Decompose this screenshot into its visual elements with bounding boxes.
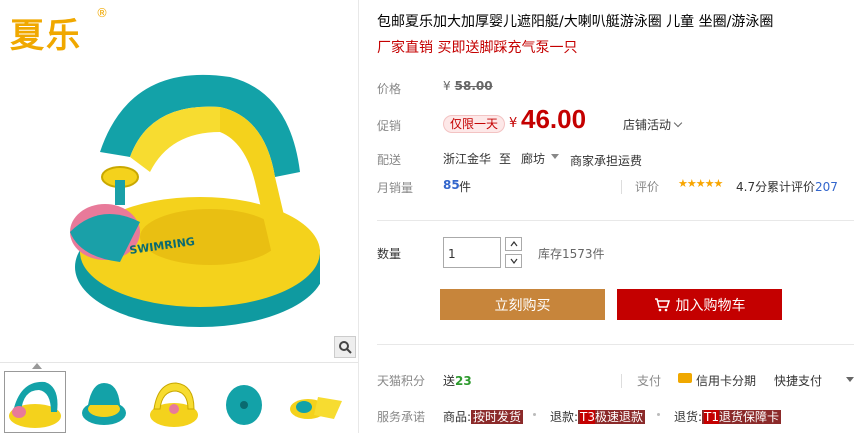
service-tag: 退货保障卡 bbox=[719, 410, 780, 424]
product-subtitle: 厂家直销 买即送脚踩充气泵一只 bbox=[377, 40, 578, 56]
add-to-cart-label: 加入购物车 bbox=[675, 297, 746, 314]
chevron-up-icon bbox=[510, 241, 517, 247]
thumbnail-1[interactable] bbox=[4, 371, 66, 433]
star-rating-icon: ★★★★★ bbox=[678, 177, 723, 190]
add-to-cart-button[interactable]: 加入购物车 bbox=[617, 289, 782, 320]
promo-badge: 仅限一天 bbox=[443, 115, 506, 133]
cart-icon bbox=[654, 297, 670, 311]
product-gallery: 夏乐 ® SWIMRING bbox=[0, 0, 358, 433]
service-prefix: 退款: bbox=[550, 410, 579, 424]
service-tag: 按时发货 bbox=[471, 410, 524, 424]
service-t-badge: T3 bbox=[580, 410, 596, 424]
quick-pay-option[interactable]: 快捷支付 bbox=[774, 372, 822, 389]
service-prefix: 商品: bbox=[443, 410, 472, 424]
points-prefix: 送 bbox=[443, 374, 456, 388]
sales-label: 月销量 bbox=[377, 181, 414, 195]
service-tag: 极速退款 bbox=[595, 410, 644, 424]
sales-unit: 件 bbox=[459, 180, 472, 194]
buy-now-button[interactable]: 立刻购买 bbox=[440, 289, 605, 320]
service-t-badge: T1 bbox=[704, 410, 720, 424]
price-label: 价格 bbox=[377, 82, 402, 96]
reviews-link[interactable]: 累计评价207 bbox=[767, 178, 838, 195]
active-thumb-arrow bbox=[32, 363, 42, 369]
thumbnail-5[interactable] bbox=[284, 371, 346, 433]
thumb-image bbox=[150, 382, 198, 427]
ship-from: 浙江金华 bbox=[443, 152, 492, 166]
promo-label: 促销 bbox=[377, 119, 402, 133]
points-value: 送23 bbox=[443, 372, 472, 389]
separator-dot bbox=[533, 413, 536, 416]
thumbnail-4[interactable] bbox=[214, 371, 276, 433]
stock-info: 库存1573件 bbox=[538, 247, 605, 261]
divider bbox=[377, 220, 854, 221]
services-label: 服务承诺 bbox=[377, 410, 426, 424]
thumbnail-3[interactable] bbox=[144, 371, 206, 433]
points-number: 23 bbox=[455, 374, 472, 388]
thumbnail-strip bbox=[0, 362, 358, 433]
quantity-decrease-button[interactable] bbox=[505, 254, 522, 268]
shipping-fee: 商家承担运费 bbox=[570, 154, 643, 168]
main-product-image[interactable]: 夏乐 ® SWIMRING bbox=[0, 0, 358, 360]
zoom-icon[interactable] bbox=[334, 336, 356, 358]
reviews-count: 207 bbox=[815, 180, 838, 194]
promo-price: 46.00 bbox=[521, 104, 587, 134]
divider bbox=[377, 344, 854, 345]
reviews-prefix: 累计评价 bbox=[767, 180, 816, 194]
quantity-increase-button[interactable] bbox=[505, 237, 522, 251]
points-label: 天猫积分 bbox=[377, 374, 426, 388]
service-item[interactable]: 退款: T3极速退款 bbox=[550, 408, 646, 425]
swim-ring-illustration: SWIMRING bbox=[70, 74, 320, 327]
ship-to-label: 至 bbox=[499, 152, 512, 166]
shipping-label: 配送 bbox=[377, 153, 402, 167]
caret-down-icon[interactable] bbox=[551, 154, 559, 159]
installment-option[interactable]: 信用卡分期 bbox=[696, 372, 756, 389]
product-info: 包邮夏乐加大加厚婴儿遮阳艇/大喇叭艇游泳圈 儿童 坐圈/游泳圈 厂家直销 买即送… bbox=[359, 0, 854, 433]
chevron-down-icon bbox=[673, 118, 683, 128]
shop-activity-label: 店铺活动 bbox=[623, 118, 672, 132]
thumb-image bbox=[290, 397, 342, 419]
service-item[interactable]: 商品: 按时发货 bbox=[443, 408, 524, 425]
thumbnail-2[interactable] bbox=[74, 371, 136, 433]
thumb-image bbox=[9, 381, 61, 428]
separator-dot bbox=[657, 413, 660, 416]
quantity-label: 数量 bbox=[377, 247, 402, 261]
currency-symbol: ¥ bbox=[443, 79, 451, 93]
service-item[interactable]: 退货: T1退货保障卡 bbox=[674, 408, 782, 425]
thumb-image bbox=[82, 383, 126, 425]
divider bbox=[621, 180, 622, 194]
chevron-down-icon bbox=[510, 258, 517, 264]
thumb-image bbox=[226, 385, 262, 425]
product-title: 包邮夏乐加大加厚婴儿遮阳艇/大喇叭艇游泳圈 儿童 坐圈/游泳圈 bbox=[377, 14, 774, 30]
caret-down-icon[interactable] bbox=[846, 377, 854, 382]
service-prefix: 退货: bbox=[674, 410, 703, 424]
registered-mark: ® bbox=[96, 6, 108, 20]
payment-label: 支付 bbox=[637, 374, 662, 388]
divider bbox=[621, 374, 622, 388]
original-price: ¥58.00 bbox=[443, 79, 493, 93]
credit-card-icon bbox=[678, 373, 692, 383]
quantity-input[interactable]: 1 bbox=[443, 237, 501, 268]
shop-activity-dropdown[interactable]: 店铺活动 bbox=[623, 116, 683, 133]
brand-logo: 夏乐 bbox=[10, 16, 82, 56]
original-price-value: 58.00 bbox=[454, 79, 493, 93]
ship-destination-select[interactable]: 廊坊 bbox=[521, 150, 545, 167]
rating-score: 4.7分 bbox=[736, 180, 768, 194]
sales-count: 85 bbox=[443, 178, 460, 192]
promo-currency: ¥ bbox=[509, 116, 518, 131]
rating-label: 评价 bbox=[635, 180, 660, 194]
